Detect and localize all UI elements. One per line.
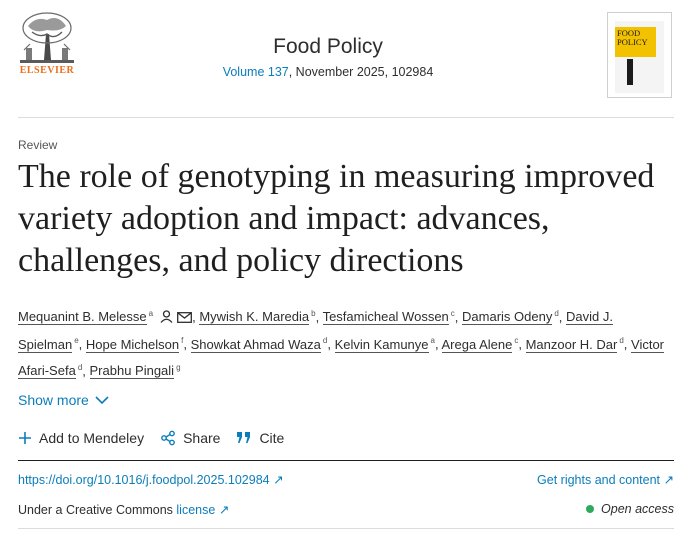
quote-icon (237, 432, 251, 443)
author-item: Prabhu Pingali g (89, 363, 181, 380)
author-affiliation[interactable]: g (176, 363, 180, 372)
author-item: Damaris Odeny d (462, 309, 559, 326)
author-affiliation[interactable]: c (514, 336, 518, 345)
cover-title-line2: POLICY (617, 37, 648, 47)
actions-divider (18, 460, 674, 461)
mendeley-label: Add to Mendeley (39, 430, 145, 446)
article-title: The role of genotyping in measuring impr… (18, 158, 655, 279)
author-name-link[interactable]: Mywish K. Maredia (199, 309, 310, 326)
share-label: Share (183, 430, 221, 446)
author-item: Mequanint B. Melesse a (18, 309, 193, 326)
journal-title[interactable]: Food Policy (180, 34, 476, 60)
license-link[interactable]: license ↗ (176, 503, 229, 517)
license-prefix: Under a Creative Commons (18, 503, 173, 517)
cover-stripe (627, 59, 633, 85)
doi-link[interactable]: https://doi.org/10.1016/j.foodpol.2025.1… (18, 473, 284, 487)
author-contact-icons (156, 306, 193, 329)
rights-text: Get rights and content (537, 473, 661, 487)
author-name-link[interactable]: Arega Alene (441, 336, 513, 353)
open-access-dot-icon (586, 505, 595, 513)
author-list: Mequanint B. Melesse a, Mywish K. Maredia… (18, 302, 678, 382)
chevron-down-icon (95, 395, 109, 404)
author-name-link[interactable]: Manzoor H. Dar (525, 336, 618, 353)
author-name-link[interactable]: Hope Michelson (85, 336, 180, 353)
author-affiliation[interactable]: e (74, 336, 78, 345)
author-item: Kelvin Kamunye a (334, 336, 435, 353)
open-access-label: Open access (601, 502, 674, 516)
author-affiliation[interactable]: d (554, 309, 558, 318)
publisher-name: ELSEVIER (19, 65, 75, 76)
show-more-button[interactable]: Show more (18, 392, 109, 408)
envelope-icon[interactable] (177, 312, 193, 324)
author-affiliation[interactable]: d (78, 363, 82, 372)
author-name-link[interactable]: Kelvin Kamunye (334, 336, 429, 353)
issue-info: Volume 137, November 2025, 102984 (180, 65, 476, 79)
author-item: Tesfamicheal Wossen c (322, 309, 455, 326)
license-row: Under a Creative Commons license ↗ Open … (18, 502, 674, 517)
elsevier-tree-icon (20, 12, 74, 63)
author-affiliation[interactable]: c (451, 309, 455, 318)
cover-image: FOOD POLICY (615, 21, 664, 93)
cite-button[interactable]: Cite (236, 430, 284, 446)
author-item: Arega Alene c (441, 336, 518, 353)
doi-row: https://doi.org/10.1016/j.foodpol.2025.1… (18, 472, 674, 487)
plus-icon (19, 432, 31, 444)
author-item: Showkat Ahmad Waza d (190, 336, 327, 353)
author-affiliation[interactable]: a (431, 336, 435, 345)
author-name-link[interactable]: Showkat Ahmad Waza (190, 336, 321, 353)
author-name-link[interactable]: Tesfamicheal Wossen (322, 309, 449, 326)
share-button[interactable]: Share (160, 430, 220, 446)
author-affiliation[interactable]: d (619, 336, 623, 345)
share-icon (161, 430, 175, 446)
rights-link[interactable]: Get rights and content ↗ (537, 472, 674, 487)
author-name-link[interactable]: Damaris Odeny (462, 309, 553, 326)
doi-text: https://doi.org/10.1016/j.foodpol.2025.1… (18, 473, 270, 487)
add-to-mendeley-button[interactable]: Add to Mendeley (18, 430, 144, 446)
journal-cover[interactable]: FOOD POLICY (607, 12, 672, 98)
article-type: Review (18, 138, 58, 152)
license-text: license (176, 503, 216, 517)
external-link-icon: ↗ (218, 503, 230, 517)
external-link-icon: ↗ (663, 473, 674, 487)
external-link-icon: ↗ (273, 473, 284, 487)
author-affiliation[interactable]: b (311, 309, 315, 318)
author-name-link[interactable]: Prabhu Pingali (89, 363, 175, 380)
bottom-divider (18, 528, 674, 529)
volume-link[interactable]: Volume 137 (223, 65, 289, 79)
issue-details: , November 2025, 102984 (288, 65, 434, 79)
open-access-badge: Open access (586, 502, 674, 516)
author-affiliation[interactable]: f (181, 336, 183, 345)
journal-header: Food Policy Volume 137, November 2025, 1… (180, 34, 476, 79)
cover-title: FOOD POLICY (617, 29, 655, 47)
show-more-label: Show more (18, 392, 89, 408)
header-divider (18, 117, 674, 118)
author-name-link[interactable]: Mequanint B. Melesse (18, 309, 147, 326)
author-item: Mywish K. Maredia b (199, 309, 316, 326)
person-icon[interactable] (160, 310, 173, 324)
author-affiliation[interactable]: d (323, 336, 327, 345)
author-affiliation[interactable]: a (149, 309, 153, 318)
author-item: Manzoor H. Dar d (525, 336, 624, 353)
cite-label: Cite (259, 430, 285, 446)
author-item: Hope Michelson f (85, 336, 183, 353)
article-actions: Add to Mendeley Share Cite (18, 430, 300, 446)
